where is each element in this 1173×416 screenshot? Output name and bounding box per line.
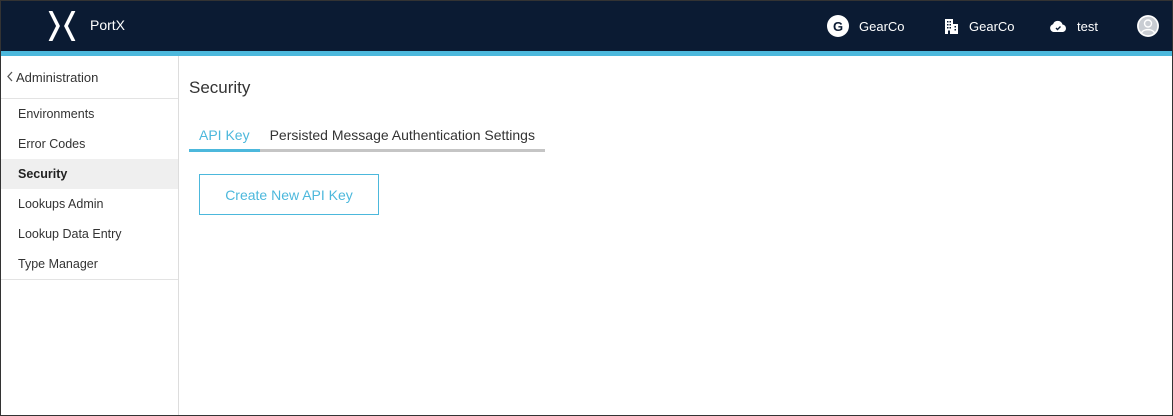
back-label: Administration [16,69,99,85]
environment-name: test [1077,18,1098,34]
create-api-key-button[interactable]: Create New API Key [199,174,379,215]
main-content: Security API Key Persisted Message Authe… [179,56,1172,415]
organization-selector[interactable]: G GearCo [827,14,905,38]
building-icon [944,18,959,34]
top-nav-bar: PortX G GearCo GearCo test [1,1,1172,56]
app-window: PortX G GearCo GearCo test Administratio… [0,0,1173,416]
cloud-icon [1049,20,1067,33]
sidebar-item-type-manager[interactable]: Type Manager [1,249,178,279]
back-to-administration-link[interactable]: Administration [1,56,178,99]
sidebar-item-environments[interactable]: Environments [1,99,178,129]
sidebar-item-error-codes[interactable]: Error Codes [1,129,178,159]
page-title: Security [189,78,251,97]
org-initial-badge: G [827,15,849,37]
sidebar-nav-list: Environments Error Codes Security Lookup… [1,99,178,280]
portx-logo-icon[interactable] [45,9,79,43]
tab-persisted-message-auth-settings[interactable]: Persisted Message Authentication Setting… [260,127,545,149]
user-avatar-icon[interactable] [1137,15,1159,37]
organization-name: GearCo [859,18,905,34]
tab-bar: API Key Persisted Message Authentication… [189,127,545,152]
tab-api-key[interactable]: API Key [189,127,260,152]
sidebar-item-lookup-data-entry[interactable]: Lookup Data Entry [1,219,178,249]
environment-selector[interactable]: test [1049,14,1098,38]
company-name: GearCo [969,18,1015,34]
sidebar-item-lookups-admin[interactable]: Lookups Admin [1,189,178,219]
sidebar-item-security[interactable]: Security [1,159,178,189]
brand-name: PortX [90,17,126,33]
sidebar: Administration Environments Error Codes … [1,56,179,415]
chevron-left-icon [6,70,14,85]
company-selector[interactable]: GearCo [944,14,1015,38]
